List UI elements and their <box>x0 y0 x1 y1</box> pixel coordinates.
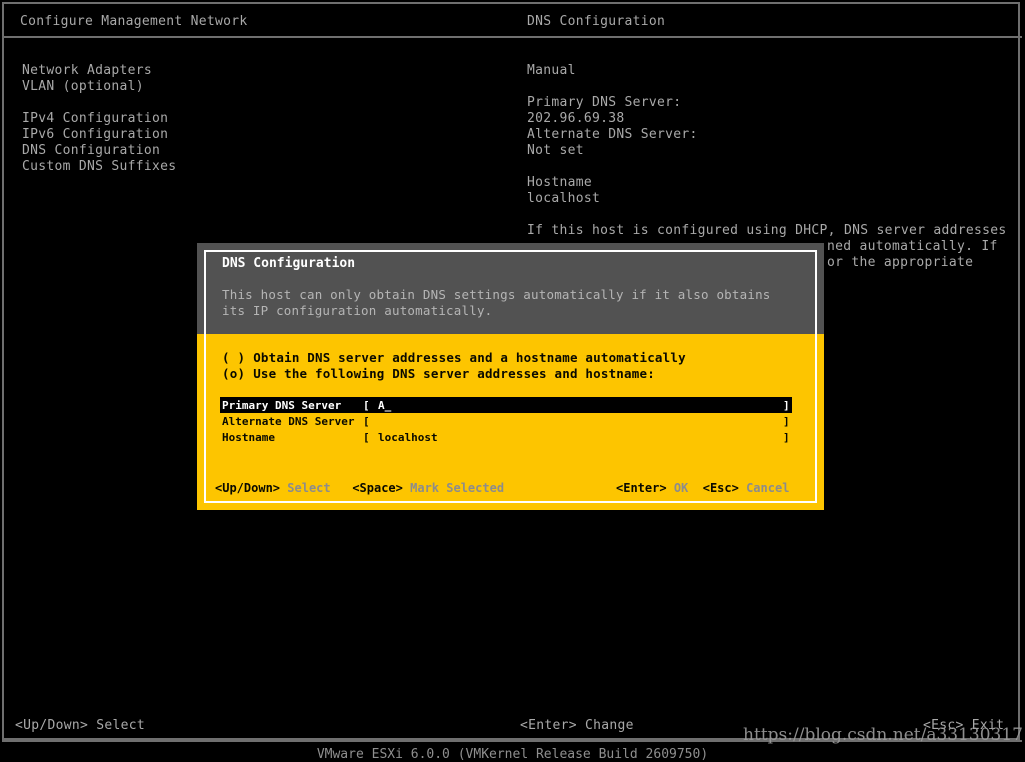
dialog-message-line2: its IP configuration automatically. <box>222 303 492 318</box>
hostname-value: localhost <box>527 191 600 206</box>
key-updown: <Up/Down> <box>215 481 280 495</box>
radio-state-selected: (o) <box>222 366 245 381</box>
field-label: Hostname <box>222 431 275 444</box>
dns-info-line3-fragment: or the appropriate <box>827 255 973 270</box>
key-updown: <Up/Down> <box>15 718 88 733</box>
bracket-open: [ <box>363 399 370 412</box>
bracket-close: ] <box>783 415 790 428</box>
sidebar-item-dns-configuration[interactable]: DNS Configuration <box>22 143 160 158</box>
dns-configuration-dialog: DNS Configuration This host can only obt… <box>197 243 824 510</box>
sidebar-item-ipv4-configuration[interactable]: IPv4 Configuration <box>22 111 168 126</box>
key-enter-action: OK <box>674 481 688 495</box>
sidebar-item-ipv6-configuration[interactable]: IPv6 Configuration <box>22 127 168 142</box>
key-updown-action: Select <box>96 718 145 733</box>
bracket-open: [ <box>363 415 370 428</box>
page-title: Configure Management Network <box>20 14 248 29</box>
csdn-watermark: https://blog.csdn.net/a33130317 <box>743 725 1023 745</box>
section-title: DNS Configuration <box>527 14 665 29</box>
key-enter-action: Change <box>585 718 634 733</box>
field-row-alternate-dns[interactable]: Alternate DNS Server [ ] <box>197 413 824 429</box>
header-separator <box>2 36 1022 38</box>
field-label: Alternate DNS Server <box>222 415 354 428</box>
dns-mode-value: Manual <box>527 63 576 78</box>
bracket-close: ] <box>783 399 790 412</box>
dns-info-line2-fragment: ned automatically. If <box>827 239 998 254</box>
hostname-input[interactable]: localhost <box>378 431 438 444</box>
radio-label: Use the following DNS server addresses a… <box>253 366 655 381</box>
primary-dns-input[interactable]: A_ <box>378 399 391 412</box>
key-updown-action: Select <box>287 481 330 495</box>
dns-info-line1: If this host is configured using DHCP, D… <box>527 223 1006 238</box>
key-enter: <Enter> <box>616 481 667 495</box>
radio-state-unselected: ( ) <box>222 350 245 365</box>
statusbar-updown-hint: <Up/Down> Select <box>15 718 145 733</box>
sidebar-item-vlan[interactable]: VLAN (optional) <box>22 79 144 94</box>
sidebar-item-custom-dns-suffixes[interactable]: Custom DNS Suffixes <box>22 159 176 174</box>
alternate-dns-label: Alternate DNS Server: <box>527 127 698 142</box>
dialog-keyhints-right: <Enter> OK <Esc> Cancel <box>616 481 789 495</box>
sidebar-item-network-adapters[interactable]: Network Adapters <box>22 63 152 78</box>
radio-label: Obtain DNS server addresses and a hostna… <box>253 350 686 365</box>
dialog-title: DNS Configuration <box>222 256 355 271</box>
radio-obtain-automatically[interactable]: ( ) Obtain DNS server addresses and a hos… <box>222 350 686 365</box>
field-label: Primary DNS Server <box>222 399 341 412</box>
primary-dns-label: Primary DNS Server: <box>527 95 681 110</box>
key-space-action: Mark Selected <box>410 481 504 495</box>
key-space: <Space> <box>352 481 403 495</box>
dialog-keyhints-left: <Up/Down> Select <Space> Mark Selected <box>215 481 504 495</box>
bracket-open: [ <box>363 431 370 444</box>
bracket-close: ] <box>783 431 790 444</box>
field-row-primary-dns[interactable]: Primary DNS Server [ A_ ] <box>197 397 824 413</box>
statusbar-enter-hint: <Enter> Change <box>520 718 634 733</box>
alternate-dns-value: Not set <box>527 143 584 158</box>
field-row-hostname[interactable]: Hostname [ localhost ] <box>197 429 824 445</box>
hostname-label: Hostname <box>527 175 592 190</box>
dialog-message-line1: This host can only obtain DNS settings a… <box>222 287 771 302</box>
radio-use-following[interactable]: (o) Use the following DNS server addresse… <box>222 366 655 381</box>
key-esc-action: Cancel <box>746 481 789 495</box>
key-enter: <Enter> <box>520 718 577 733</box>
primary-dns-value: 202.96.69.38 <box>527 111 625 126</box>
key-esc: <Esc> <box>703 481 739 495</box>
